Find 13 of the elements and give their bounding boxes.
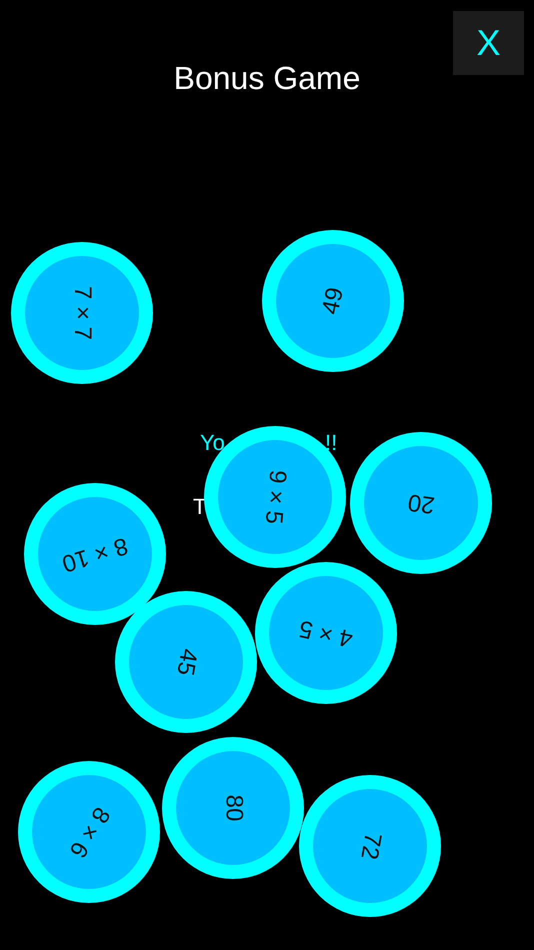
number-token[interactable]: 49 [262, 230, 404, 372]
number-token[interactable]: 45 [115, 591, 257, 733]
number-token[interactable]: 8 × 6 [18, 761, 160, 903]
number-token[interactable]: 8 × 10 [24, 483, 166, 625]
number-token[interactable]: 80 [162, 737, 304, 879]
info-text: T [193, 493, 206, 521]
number-token[interactable]: 20 [350, 432, 492, 574]
number-token[interactable]: 4 × 5 [255, 562, 397, 704]
close-button[interactable]: X [453, 11, 524, 75]
result-message: !! [325, 429, 338, 457]
number-token[interactable]: 7 × 7 [11, 242, 153, 384]
number-token[interactable]: 72 [299, 775, 441, 917]
game-title: Bonus Game [174, 60, 360, 97]
